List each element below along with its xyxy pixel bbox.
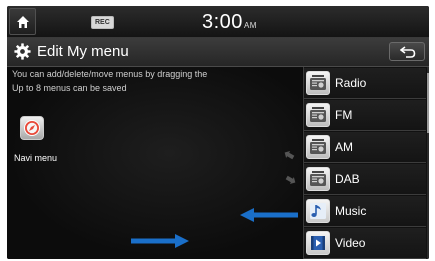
menu-list: Radio FM AM DAB Music Video [303,67,429,259]
video-icon [306,231,330,255]
back-arrow-icon [400,46,416,58]
menu-item-fm[interactable]: FM [304,100,426,131]
music-icon [306,199,330,223]
music-icon [310,203,326,219]
page-title: Edit My menu [37,43,129,60]
drag-right-arrow-icon [131,234,189,248]
status-bar: REC 3:00AM [7,6,429,38]
radio-icon [310,107,326,122]
menu-item-video[interactable]: Video [304,228,426,259]
radio-icon [306,135,330,159]
clock-time: 3:00 [202,11,243,33]
menu-item-am[interactable]: AM [304,132,426,163]
menu-item-label: Video [335,236,366,250]
compass-icon [24,120,40,136]
move-down-arrow-icon [285,175,296,184]
move-up-arrow-icon [284,151,295,160]
home-icon [17,16,29,28]
navi-menu-tile[interactable] [20,116,44,140]
menu-item-dab[interactable]: DAB [304,164,426,195]
gear-icon [14,43,31,60]
screen: REC 3:00AM Edit My menu You can add/dele… [7,6,429,259]
radio-icon [310,75,326,90]
menu-item-music[interactable]: Music [304,196,426,227]
radio-icon [306,71,330,95]
navi-menu-label: Navi menu [14,153,58,163]
radio-icon [306,167,330,191]
menu-item-label: FM [335,108,353,122]
menu-item-label: DAB [335,172,360,186]
my-menu-area[interactable]: You can add/delete/move menus by draggin… [7,67,302,259]
radio-icon [310,171,326,186]
menu-item-label: Radio [335,76,367,90]
menu-item-radio[interactable]: Radio [304,68,426,99]
device-frame: REC 3:00AM Edit My menu You can add/dele… [0,0,435,261]
home-button[interactable] [9,8,36,35]
instruction-line-2: Up to 8 menus can be saved [12,83,127,93]
clock-ampm: AM [243,21,257,30]
scrollbar[interactable] [427,67,429,259]
video-icon [311,236,325,250]
menu-item-label: AM [335,140,353,154]
instruction-line-1: You can add/delete/move menus by draggin… [12,69,208,79]
back-button[interactable] [389,42,425,61]
scroll-thumb[interactable] [427,73,429,133]
drag-left-arrow-icon [240,208,298,222]
radio-icon [306,103,330,127]
title-bar: Edit My menu [7,38,429,67]
menu-item-label: Music [335,204,367,218]
rec-badge: REC [91,16,114,29]
clock: 3:00AM [202,10,257,38]
radio-icon [310,139,326,154]
